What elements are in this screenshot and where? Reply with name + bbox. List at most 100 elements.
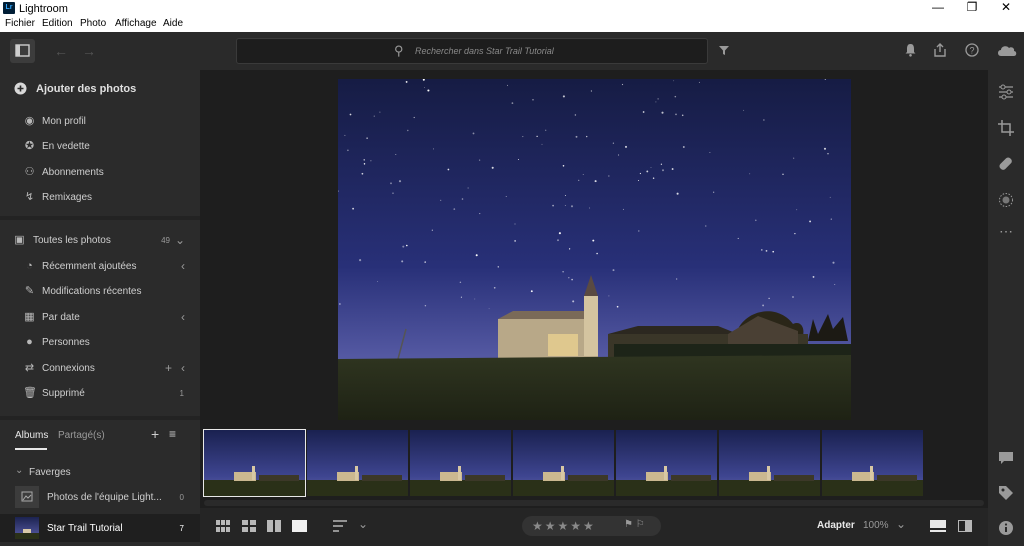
panel-toggle-button[interactable] — [10, 39, 35, 63]
star — [642, 111, 645, 113]
menu-aide[interactable]: Aide — [163, 18, 183, 29]
star-rating[interactable]: ★★★★★ — [532, 519, 596, 533]
large-grid-icon[interactable] — [242, 520, 256, 535]
chevron-down-icon[interactable]: ⌄ — [358, 517, 368, 531]
sidebar-item-people[interactable]: ● Personnes — [0, 333, 200, 353]
filmstrip-scrollbar[interactable] — [204, 500, 984, 506]
more-options-icon[interactable]: ⋯ — [998, 223, 1014, 239]
sidebar-item-all-photos[interactable]: ▣ Toutes les photos 49 ⌄ — [0, 231, 200, 251]
sidebar-item-connections[interactable]: ⇄ Connexions + ‹ — [0, 359, 200, 379]
comments-icon[interactable] — [998, 450, 1014, 466]
add-album-icon[interactable]: + — [151, 426, 159, 442]
sort-list-icon[interactable] — [333, 520, 347, 535]
star — [682, 146, 685, 148]
sidebar-item-deleted[interactable]: 🗑 Supprimé 1 — [0, 384, 200, 404]
star — [545, 129, 547, 131]
filmstrip-thumbnail[interactable] — [719, 430, 820, 496]
star — [564, 204, 566, 206]
star — [347, 149, 349, 152]
help-icon[interactable]: ? — [963, 43, 981, 60]
filmstrip-thumbnail[interactable] — [513, 430, 614, 496]
flag-icons[interactable]: ⚑ ⚐ — [624, 519, 645, 530]
sidebar-item-remixes[interactable]: ↯ Remixages — [0, 188, 200, 208]
star — [570, 205, 574, 208]
star — [621, 83, 624, 86]
sort-icon[interactable]: ≡ — [169, 427, 176, 441]
zoom-chevron-down-icon[interactable]: ⌄ — [896, 517, 906, 531]
chevron-left-icon[interactable]: ‹ — [181, 259, 185, 273]
sidebar-item-subscriptions[interactable]: ⚇ Abonnements — [0, 163, 200, 183]
before-after-icon[interactable] — [958, 520, 972, 535]
zoom-level[interactable]: 100% — [863, 520, 889, 531]
star — [479, 213, 481, 215]
filter-icon[interactable] — [715, 43, 733, 59]
star — [618, 154, 620, 156]
filmstrip-thumbnail[interactable] — [307, 430, 408, 496]
healing-brush-icon[interactable] — [998, 156, 1014, 172]
add-photos-button[interactable]: Ajouter des photos — [0, 78, 200, 100]
star — [578, 179, 580, 182]
window-title: Lightroom — [19, 3, 68, 15]
chevron-down-icon[interactable]: ⌄ — [15, 465, 23, 476]
menu-edition[interactable]: Edition — [42, 18, 73, 29]
sidebar-item-profile[interactable]: ◉ Mon profil — [0, 112, 200, 132]
star — [562, 271, 564, 273]
chevron-down-icon[interactable]: ⌄ — [175, 233, 185, 247]
forward-arrow-icon[interactable]: → — [80, 43, 98, 59]
cloud-icon[interactable] — [995, 43, 1019, 60]
star — [349, 113, 352, 116]
star — [590, 90, 592, 92]
star — [424, 304, 427, 307]
info-icon[interactable] — [998, 520, 1014, 536]
star — [427, 89, 430, 92]
sidebar-item-recently-added[interactable]: ◔ Récemment ajoutées ‹ — [0, 257, 200, 277]
menu-photo[interactable]: Photo — [80, 18, 106, 29]
star — [474, 298, 476, 300]
single-view-icon[interactable] — [292, 520, 307, 535]
star — [639, 172, 641, 175]
album-group-label[interactable]: Faverges — [29, 467, 71, 478]
restore-button[interactable]: ❐ — [955, 0, 989, 17]
sidebar-item-by-date[interactable]: ▦ Par date ‹ — [0, 308, 200, 328]
menu-fichier[interactable]: Fichier — [5, 18, 35, 29]
add-connection-icon[interactable]: + — [165, 361, 172, 375]
star — [657, 98, 659, 100]
menu-affichage[interactable]: Affichage — [115, 18, 157, 29]
small-grid-icon[interactable] — [216, 520, 230, 535]
title-bar: Lr Lightroom — ❐ ✕ — [0, 0, 1024, 17]
chevron-left-icon[interactable]: ‹ — [181, 310, 185, 324]
chevron-left-icon[interactable]: ‹ — [181, 361, 185, 375]
tab-shared[interactable]: Partagé(s) — [58, 430, 105, 441]
remix-icon: ↯ — [24, 191, 35, 203]
album-item-star-trail[interactable]: Star Trail Tutorial 7 — [0, 514, 200, 542]
star — [794, 232, 796, 235]
edit-sliders-icon[interactable] — [998, 84, 1014, 100]
compare-view-icon[interactable] — [267, 520, 281, 535]
edit-icon: ✎ — [24, 285, 35, 297]
star — [530, 290, 533, 293]
filmstrip-toggle-icon[interactable] — [930, 520, 946, 535]
fit-zoom-label[interactable]: Adapter — [817, 520, 855, 531]
minimize-button[interactable]: — — [921, 0, 955, 17]
sidebar-item-recent-edits[interactable]: ✎ Modifications récentes — [0, 282, 200, 302]
filmstrip-thumbnail[interactable] — [822, 430, 923, 496]
star — [557, 239, 559, 242]
filmstrip-thumbnail[interactable] — [203, 429, 306, 497]
back-arrow-icon[interactable]: ← — [52, 43, 70, 59]
masking-icon[interactable] — [998, 192, 1014, 208]
notifications-bell-icon[interactable] — [901, 43, 919, 60]
sidebar-item-label: Abonnements — [42, 167, 104, 178]
share-icon[interactable] — [931, 43, 949, 60]
star — [514, 223, 516, 225]
crop-icon[interactable] — [998, 120, 1014, 136]
search-bar[interactable]: ⚲ Rechercher dans Star Trail Tutorial — [236, 38, 708, 64]
main-photo[interactable] — [338, 79, 851, 420]
album-item-team-photos[interactable]: Photos de l'équipe Light... 0 — [0, 483, 200, 511]
sidebar-item-featured[interactable]: ✪ En vedette — [0, 137, 200, 157]
filmstrip-thumbnail[interactable] — [616, 430, 717, 496]
tab-albums[interactable]: Albums — [15, 430, 48, 441]
filmstrip-thumbnail[interactable] — [410, 430, 511, 496]
keyword-tag-icon[interactable] — [998, 485, 1014, 501]
close-button[interactable]: ✕ — [989, 0, 1023, 17]
star — [681, 114, 684, 117]
